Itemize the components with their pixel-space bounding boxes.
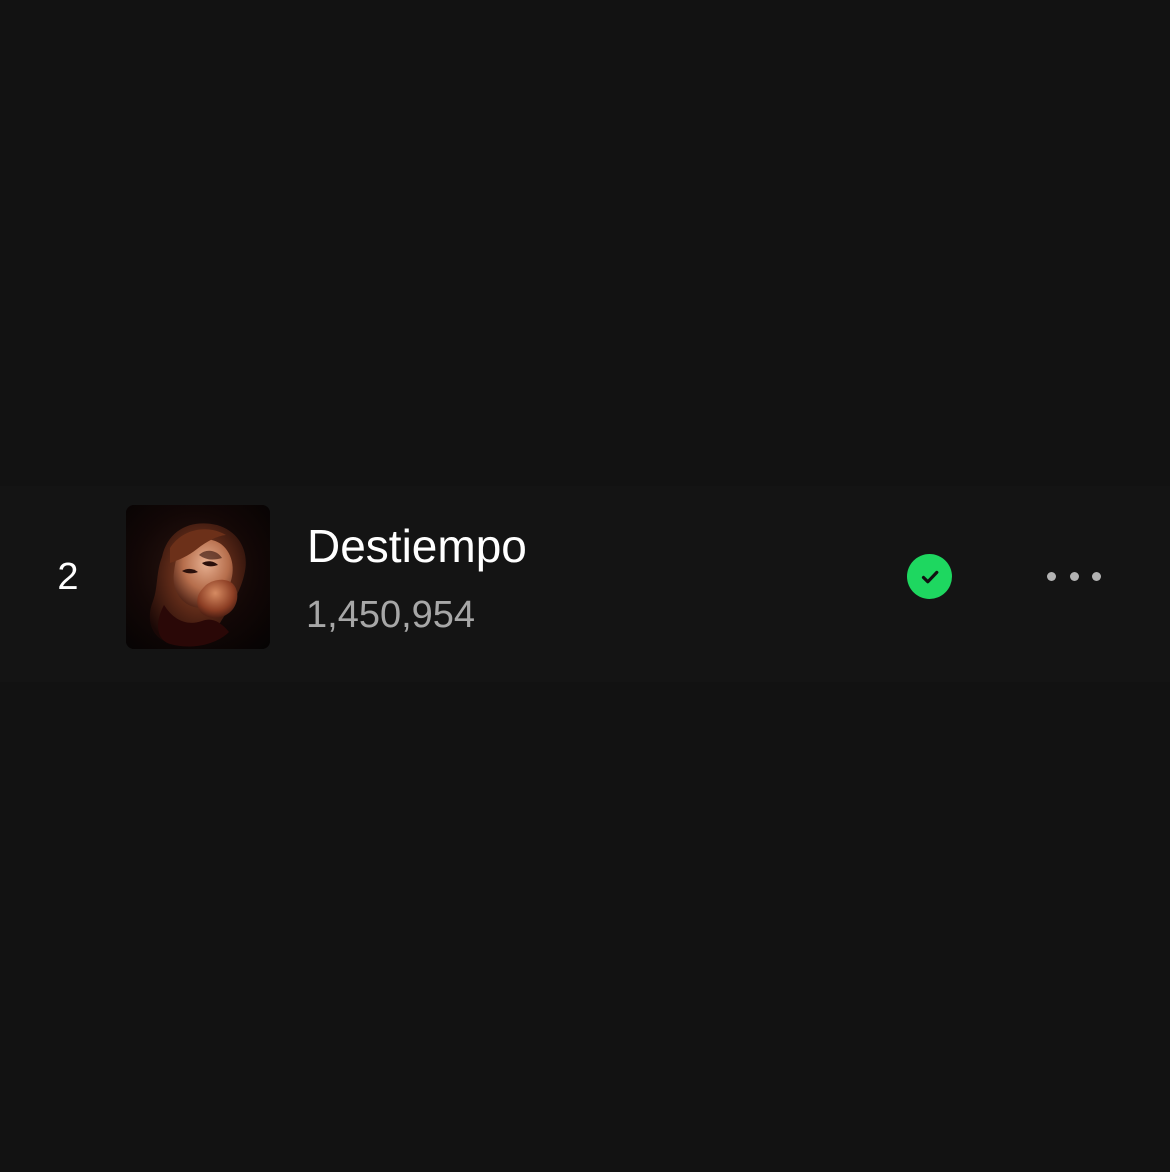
check-icon — [921, 570, 938, 583]
more-dot-icon — [1092, 571, 1101, 581]
more-dot-icon — [1047, 571, 1056, 581]
more-dot-icon — [1069, 571, 1079, 581]
track-title[interactable]: Destiempo — [307, 520, 527, 572]
album-cover — [126, 505, 270, 649]
saved-check-icon[interactable] — [907, 554, 952, 599]
track-rank: 2 — [57, 556, 79, 598]
more-options-button[interactable] — [1040, 561, 1108, 591]
track-play-count: 1,450,954 — [306, 594, 476, 636]
